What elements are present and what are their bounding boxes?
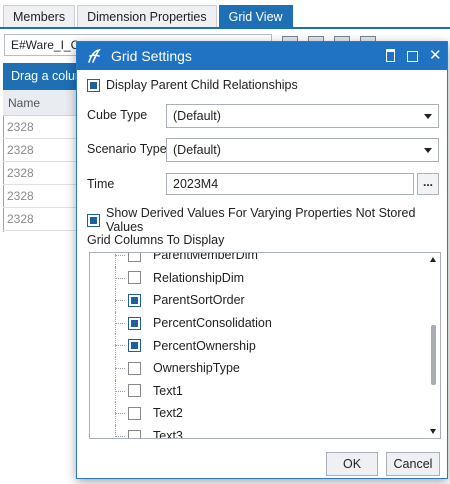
list-item[interactable]: OwnershipType — [90, 356, 428, 380]
list-item[interactable]: Text3 — [90, 424, 428, 439]
column-label: ParentMemberDim — [153, 252, 258, 263]
grid-header-name[interactable]: Name — [3, 90, 81, 116]
display-parent-child-label: Display Parent Child Relationships — [106, 78, 298, 92]
grid-settings-dialog: Grid Settings ✕ Display Parent Child Rel… — [76, 41, 448, 479]
cube-type-select[interactable]: (Default) — [166, 104, 439, 128]
grid-cell[interactable]: 2328 — [3, 208, 81, 231]
column-checkbox[interactable] — [128, 293, 141, 307]
column-label: PercentOwnership — [153, 338, 256, 353]
column-label: PercentConsolidation — [153, 316, 272, 331]
list-item[interactable]: ParentMemberDim — [90, 252, 428, 267]
display-parent-child-row[interactable]: Display Parent Child Relationships — [87, 78, 298, 92]
column-label: Text2 — [153, 406, 183, 421]
column-checkbox[interactable] — [128, 271, 141, 285]
list-scrollbar[interactable] — [428, 253, 440, 438]
time-browse-button[interactable]: ... — [417, 173, 439, 195]
column-checkbox[interactable] — [128, 429, 141, 438]
scenario-type-value: (Default) — [173, 143, 221, 157]
show-derived-row[interactable]: Show Derived Values For Varying Properti… — [87, 206, 447, 234]
list-item[interactable]: Text2 — [90, 402, 428, 425]
tab-grid-view[interactable]: Grid View — [218, 5, 293, 27]
grid-name-column: Name 2328 2328 2328 2328 2328 — [3, 90, 81, 231]
show-derived-checkbox[interactable] — [87, 213, 100, 227]
list-item[interactable]: RelationshipDim — [90, 266, 428, 290]
chevron-down-icon — [424, 114, 432, 119]
grid-cell[interactable]: 2328 — [3, 116, 81, 139]
cube-type-value: (Default) — [173, 109, 221, 123]
app-logo-icon — [88, 48, 101, 63]
tab-dimension-properties[interactable]: Dimension Properties — [77, 5, 217, 27]
tab-members[interactable]: Members — [3, 5, 76, 27]
column-checkbox[interactable] — [128, 253, 141, 262]
show-derived-label: Show Derived Values For Varying Properti… — [106, 206, 416, 234]
close-icon[interactable]: ✕ — [429, 48, 442, 63]
scroll-down-icon[interactable] — [430, 429, 436, 434]
tab-strip: Members Dimension Properties Grid View — [3, 5, 295, 27]
time-label: Time — [87, 177, 115, 191]
scroll-up-icon[interactable] — [430, 257, 436, 262]
time-input[interactable]: 2023M4 — [166, 173, 414, 195]
grid-columns-label: Grid Columns To Display — [87, 233, 225, 247]
dialog-title: Grid Settings — [111, 48, 192, 64]
cancel-button[interactable]: Cancel — [386, 452, 440, 476]
column-label: Text3 — [153, 429, 183, 439]
column-label: ParentSortOrder — [153, 293, 245, 308]
clipboard-icon[interactable] — [385, 49, 397, 63]
column-checkbox[interactable] — [128, 361, 141, 375]
chevron-down-icon — [424, 148, 432, 153]
list-item[interactable]: PercentConsolidation — [90, 311, 428, 335]
grid-cell[interactable]: 2328 — [3, 139, 81, 162]
scenario-type-label: Scenario Type — [87, 142, 167, 156]
ok-button[interactable]: OK — [326, 452, 378, 476]
column-label: OwnershipType — [153, 361, 240, 376]
column-checkbox[interactable] — [128, 339, 141, 353]
column-checkbox[interactable] — [128, 406, 141, 420]
list-item[interactable]: PercentOwnership — [90, 334, 428, 357]
grid-cell[interactable]: 2328 — [3, 185, 81, 208]
scroll-thumb[interactable] — [431, 325, 436, 385]
column-checkbox[interactable] — [128, 316, 141, 330]
list-item[interactable]: Text1 — [90, 379, 428, 403]
column-label: Text1 — [153, 383, 183, 398]
dialog-titlebar[interactable]: Grid Settings ✕ — [77, 42, 447, 70]
scenario-type-select[interactable]: (Default) — [166, 138, 439, 162]
tab-underline — [0, 27, 450, 29]
list-item[interactable]: ParentSortOrder — [90, 289, 428, 312]
grid-cell[interactable]: 2328 — [3, 162, 81, 185]
display-parent-child-checkbox[interactable] — [87, 78, 100, 92]
grid-columns-list[interactable]: ParentMemberDim RelationshipDim ParentSo… — [89, 252, 441, 439]
cube-type-label: Cube Type — [87, 108, 148, 122]
maximize-icon[interactable] — [407, 49, 419, 63]
column-checkbox[interactable] — [128, 384, 141, 398]
column-label: RelationshipDim — [153, 270, 245, 285]
